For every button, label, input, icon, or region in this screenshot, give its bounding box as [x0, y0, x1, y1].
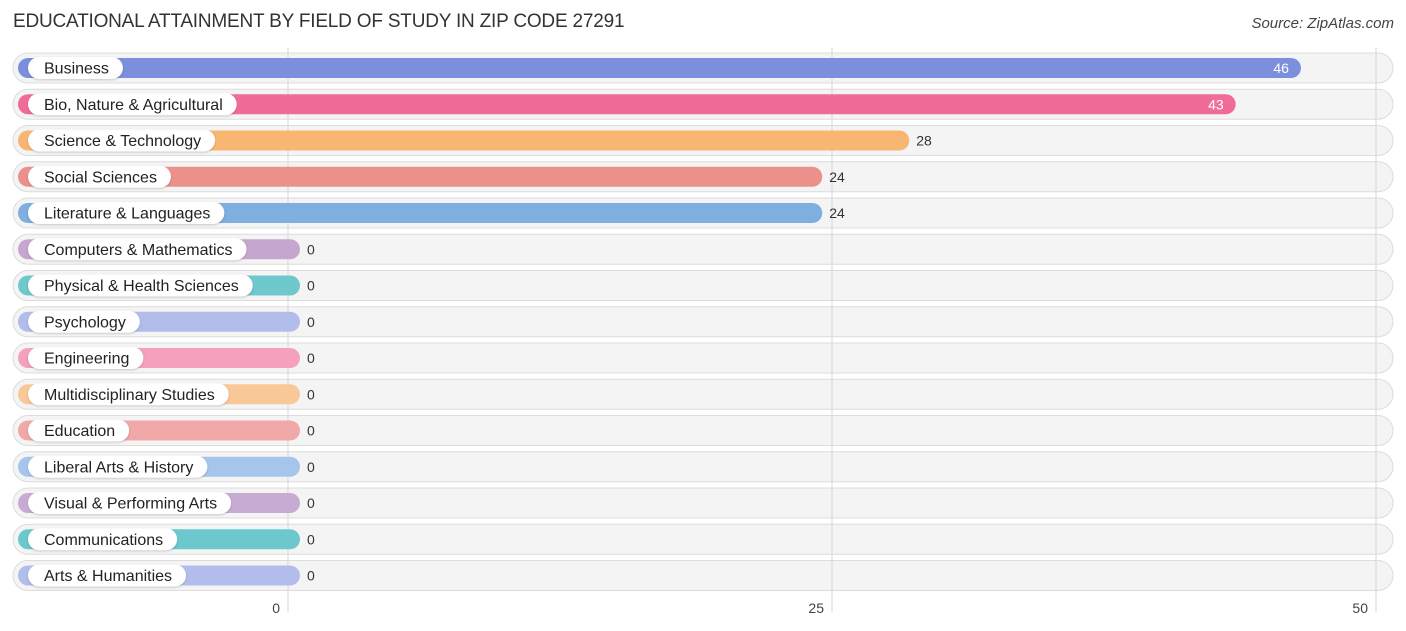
category-label: Social Sciences	[44, 169, 157, 186]
category-label: Education	[44, 423, 115, 440]
category-label: Literature & Languages	[44, 206, 210, 223]
category-label: Computers & Mathematics	[44, 242, 233, 259]
category-label: Liberal Arts & History	[44, 459, 193, 476]
x-tick-label: 25	[808, 600, 824, 616]
value-label: 0	[307, 531, 315, 547]
value-label: 24	[829, 205, 845, 221]
value-label: 0	[307, 278, 315, 294]
category-label: Communications	[44, 532, 163, 549]
x-tick-label: 0	[272, 600, 280, 616]
value-label: 0	[307, 241, 315, 257]
value-label: 0	[307, 423, 315, 439]
x-tick-label: 50	[1352, 600, 1368, 616]
category-label: Multidisciplinary Studies	[44, 387, 215, 404]
category-label: Science & Technology	[44, 133, 201, 150]
value-label: 0	[307, 350, 315, 366]
value-label: 46	[1273, 60, 1289, 76]
category-label: Physical & Health Sciences	[44, 278, 239, 295]
value-label: 28	[916, 133, 932, 149]
category-label: Engineering	[44, 351, 129, 368]
value-label: 24	[829, 169, 845, 185]
bar-chart: Business 46 Bio, Nature & Agricultural 43 Sc…	[12, 48, 1394, 616]
category-label: Business	[44, 61, 109, 78]
value-label: 0	[307, 314, 315, 330]
value-label: 0	[307, 568, 315, 584]
category-label: Bio, Nature & Agricultural	[44, 97, 223, 114]
category-label: Psychology	[44, 314, 126, 331]
value-label: 43	[1208, 96, 1224, 112]
bar	[18, 58, 1301, 78]
value-label: 0	[307, 386, 315, 402]
value-label: 0	[307, 495, 315, 511]
value-label: 0	[307, 459, 315, 475]
category-label: Visual & Performing Arts	[44, 496, 217, 513]
category-label: Arts & Humanities	[44, 568, 172, 585]
